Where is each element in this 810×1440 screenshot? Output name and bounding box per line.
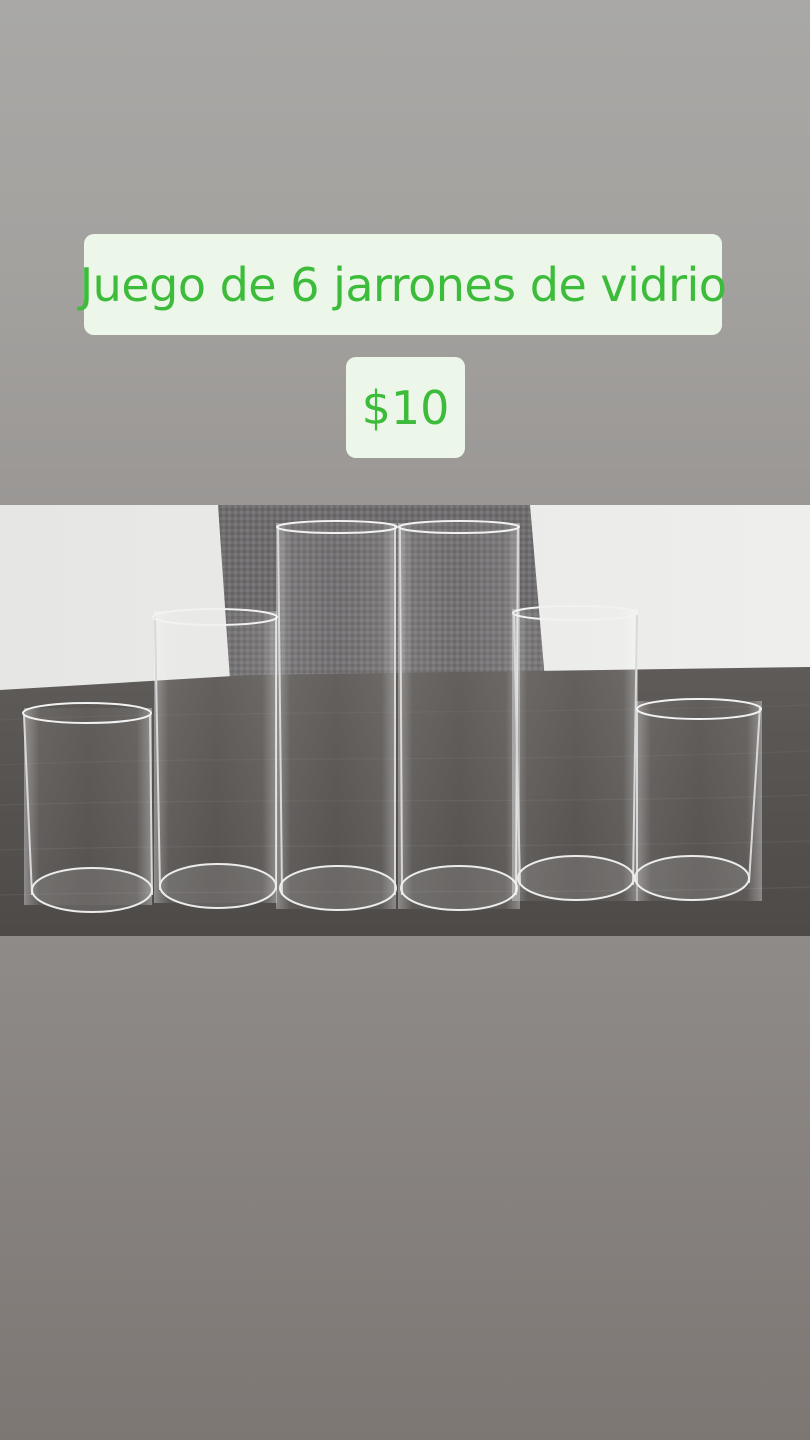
title-text: Juego de 6 jarrones de vidrio xyxy=(79,257,727,312)
vase-1 xyxy=(22,702,153,913)
title-caption: Juego de 6 jarrones de vidrio xyxy=(80,234,727,335)
vase-2 xyxy=(152,608,278,909)
product-photo xyxy=(0,505,810,936)
vase-6 xyxy=(634,698,762,901)
vases-illustration xyxy=(0,505,810,936)
vase-4 xyxy=(398,520,520,911)
price-caption: $10 xyxy=(346,357,465,458)
story-canvas: Juego de 6 jarrones de vidrio $10 xyxy=(0,0,810,1440)
price-text: $10 xyxy=(361,380,450,435)
vase-5 xyxy=(512,605,638,901)
vase-3 xyxy=(276,520,398,911)
